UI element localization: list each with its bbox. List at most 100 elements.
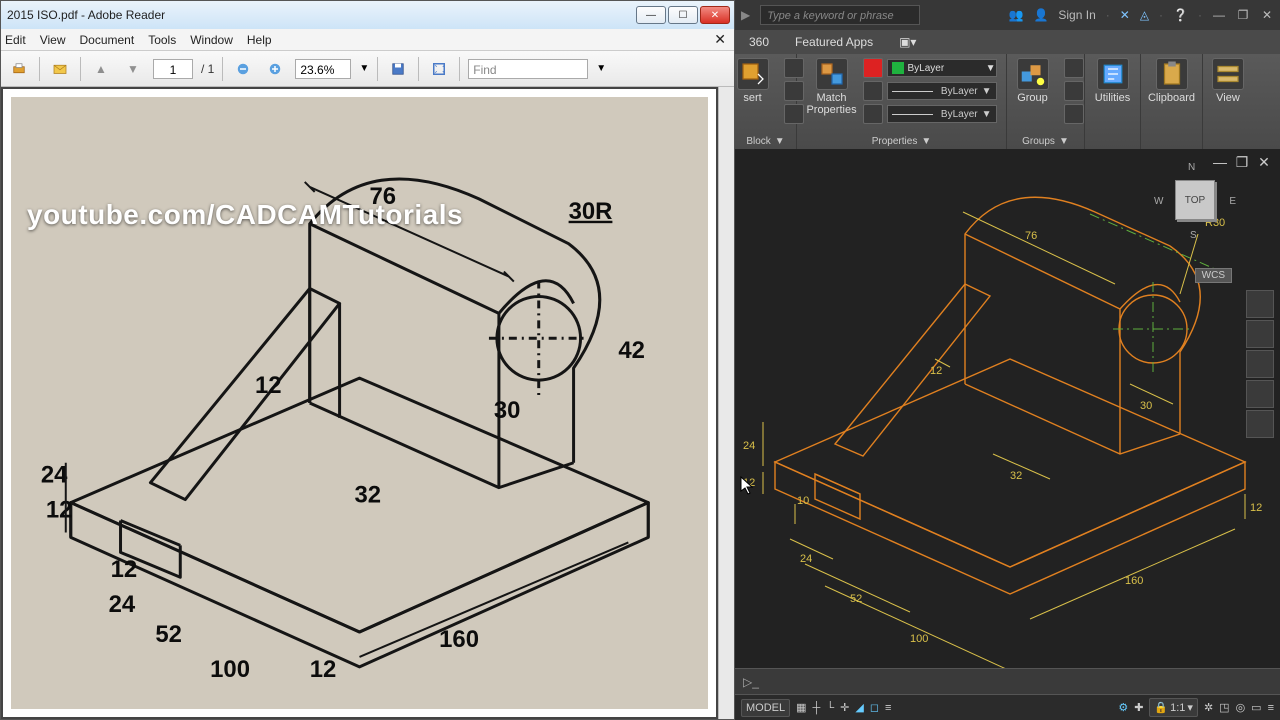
menu-view[interactable]: View [40,33,66,47]
match-properties-button[interactable]: Match Properties [807,58,857,116]
annotation-monitor-icon[interactable]: ✚ [1134,701,1143,714]
command-line[interactable]: ▷_ [735,668,1280,694]
lineweight-dropdown[interactable]: ByLayer▼ [887,82,997,100]
svg-text:100: 100 [210,656,250,683]
autodesk-icon[interactable]: ◬ [1140,8,1149,22]
group-button[interactable]: Group [1008,58,1058,104]
panel-utilities: Utilities [1085,54,1141,149]
reader-menubar: Edit View Document Tools Window Help ✕ [1,29,734,51]
pdf-page[interactable]: 76 30R 42 30 12 32 24 12 12 24 52 100 12… [1,87,718,719]
menu-edit[interactable]: Edit [5,33,26,47]
layer-color-icon[interactable] [863,58,883,78]
email-icon[interactable] [48,57,72,81]
fit-page-icon[interactable] [427,57,451,81]
model-tab[interactable]: MODEL [741,699,790,717]
workspace-switch-icon[interactable]: ✲ [1204,701,1213,714]
acad-minimize-button[interactable]: — [1212,8,1226,22]
osnap-toggle-icon[interactable]: ◻ [870,701,879,714]
tab-360[interactable]: 360 [743,32,775,52]
zoom-out-icon[interactable] [231,57,255,81]
nav-pan-icon[interactable] [1246,320,1274,348]
group-mgr-icon[interactable] [1064,104,1084,124]
menu-document[interactable]: Document [79,33,134,47]
find-dropdown-icon[interactable]: ▼ [596,63,606,74]
user-icon[interactable]: 👤 [1033,8,1048,22]
svg-text:12: 12 [111,556,138,583]
layer-color-dropdown[interactable]: ByLayer▼ [887,59,997,77]
snap-toggle-icon[interactable]: ┼ [813,702,821,714]
reader-title: 2015 ISO.pdf - Adobe Reader [7,8,636,22]
infocenter-icon[interactable]: 👥 [1008,8,1023,22]
zoom-in-icon[interactable] [263,57,287,81]
watermark-text: youtube.com/CADCAMTutorials [27,199,463,231]
panel-groups: Group Groups ▼ [1007,54,1085,149]
exchange-icon[interactable]: ✕ [1120,8,1130,22]
hardware-accel-icon[interactable]: ◳ [1219,701,1229,714]
find-input[interactable]: Find [468,59,588,79]
nav-wheel-icon[interactable] [1246,290,1274,318]
svg-text:76: 76 [1025,230,1037,242]
svg-text:12: 12 [930,365,942,377]
linetype-dropdown[interactable]: ByLayer▼ [887,105,997,123]
menu-tools[interactable]: Tools [148,33,176,47]
polar-toggle-icon[interactable]: ✛ [840,701,849,714]
customize-icon[interactable]: ≡ [1268,702,1274,714]
menu-window[interactable]: Window [190,33,233,47]
anno-scale-button[interactable]: 🔒 1:1 ▾ [1149,698,1198,717]
nav-orbit-icon[interactable] [1246,380,1274,408]
vertical-scrollbar[interactable] [718,87,734,719]
linetype-icon[interactable] [863,104,883,124]
isolate-icon[interactable]: ◎ [1236,701,1246,714]
close-button[interactable]: ✕ [700,6,730,24]
view-button[interactable]: View [1203,58,1253,104]
group-edit-icon[interactable] [1064,81,1084,101]
page-number-input[interactable]: 1 [153,59,193,79]
svg-text:24: 24 [800,553,812,565]
menu-help[interactable]: Help [247,33,272,47]
close-doc-icon[interactable]: ✕ [714,31,726,48]
insert-button[interactable]: sert [728,58,778,104]
workspace-icon[interactable]: ⚙ [1118,701,1128,714]
maximize-button[interactable]: ☐ [668,6,698,24]
acad-titlebar[interactable]: ▶ Type a keyword or phrase 👥 👤 Sign In ·… [735,0,1280,30]
help-icon[interactable]: ❔ [1173,8,1188,22]
panel-block: sert Block ▼ [735,54,797,149]
utilities-button[interactable]: Utilities [1088,58,1138,104]
drawing-canvas[interactable]: — ❐ ✕ [735,150,1280,668]
mouse-cursor-icon [740,476,754,496]
reader-titlebar[interactable]: 2015 ISO.pdf - Adobe Reader — ☐ ✕ [1,1,734,29]
clipboard-button[interactable]: Clipboard [1147,58,1197,104]
status-bar: MODEL ▦ ┼ └ ✛ ◢ ◻ ≡ ⚙ ✚ 🔒 1:1 ▾ ✲ ◳ ◎ ▭ … [735,694,1280,720]
svg-text:30: 30 [494,397,521,424]
ungroup-icon[interactable] [1064,58,1084,78]
viewcube[interactable]: N W E S TOP [1158,162,1232,262]
cleanscreen-icon[interactable]: ▭ [1251,701,1261,714]
wcs-label[interactable]: WCS [1195,268,1232,283]
autocad-window: ▶ Type a keyword or phrase 👥 👤 Sign In ·… [735,0,1280,720]
ortho-toggle-icon[interactable]: └ [826,702,834,714]
tab-overflow-icon[interactable]: ▣▾ [899,35,916,49]
viewcube-face[interactable]: TOP [1175,180,1215,220]
page-up-icon[interactable]: ▲ [89,57,113,81]
acad-restore-button[interactable]: ❐ [1236,8,1250,22]
signin-link[interactable]: Sign In [1058,8,1095,22]
save-icon[interactable] [386,57,410,81]
zoom-dropdown-icon[interactable]: ▼ [359,63,369,74]
zoom-level-input[interactable]: 23.6% [295,59,351,79]
nav-showmotion-icon[interactable] [1246,410,1274,438]
acad-close-button[interactable]: ✕ [1260,8,1274,22]
lineweight-toggle-icon[interactable]: ≡ [885,702,891,714]
svg-text:32: 32 [355,482,382,509]
nav-zoom-icon[interactable] [1246,350,1274,378]
isodraft-toggle-icon[interactable]: ◢ [855,701,863,714]
svg-text:52: 52 [850,593,862,605]
lineweight-icon[interactable] [863,81,883,101]
svg-text:100: 100 [910,633,928,645]
page-down-icon[interactable]: ▼ [121,57,145,81]
minimize-button[interactable]: — [636,6,666,24]
svg-text:42: 42 [618,337,645,364]
grid-toggle-icon[interactable]: ▦ [796,701,806,714]
print-icon[interactable] [7,57,31,81]
tab-featured-apps[interactable]: Featured Apps [789,32,879,52]
keyword-search-input[interactable]: Type a keyword or phrase [760,5,920,25]
